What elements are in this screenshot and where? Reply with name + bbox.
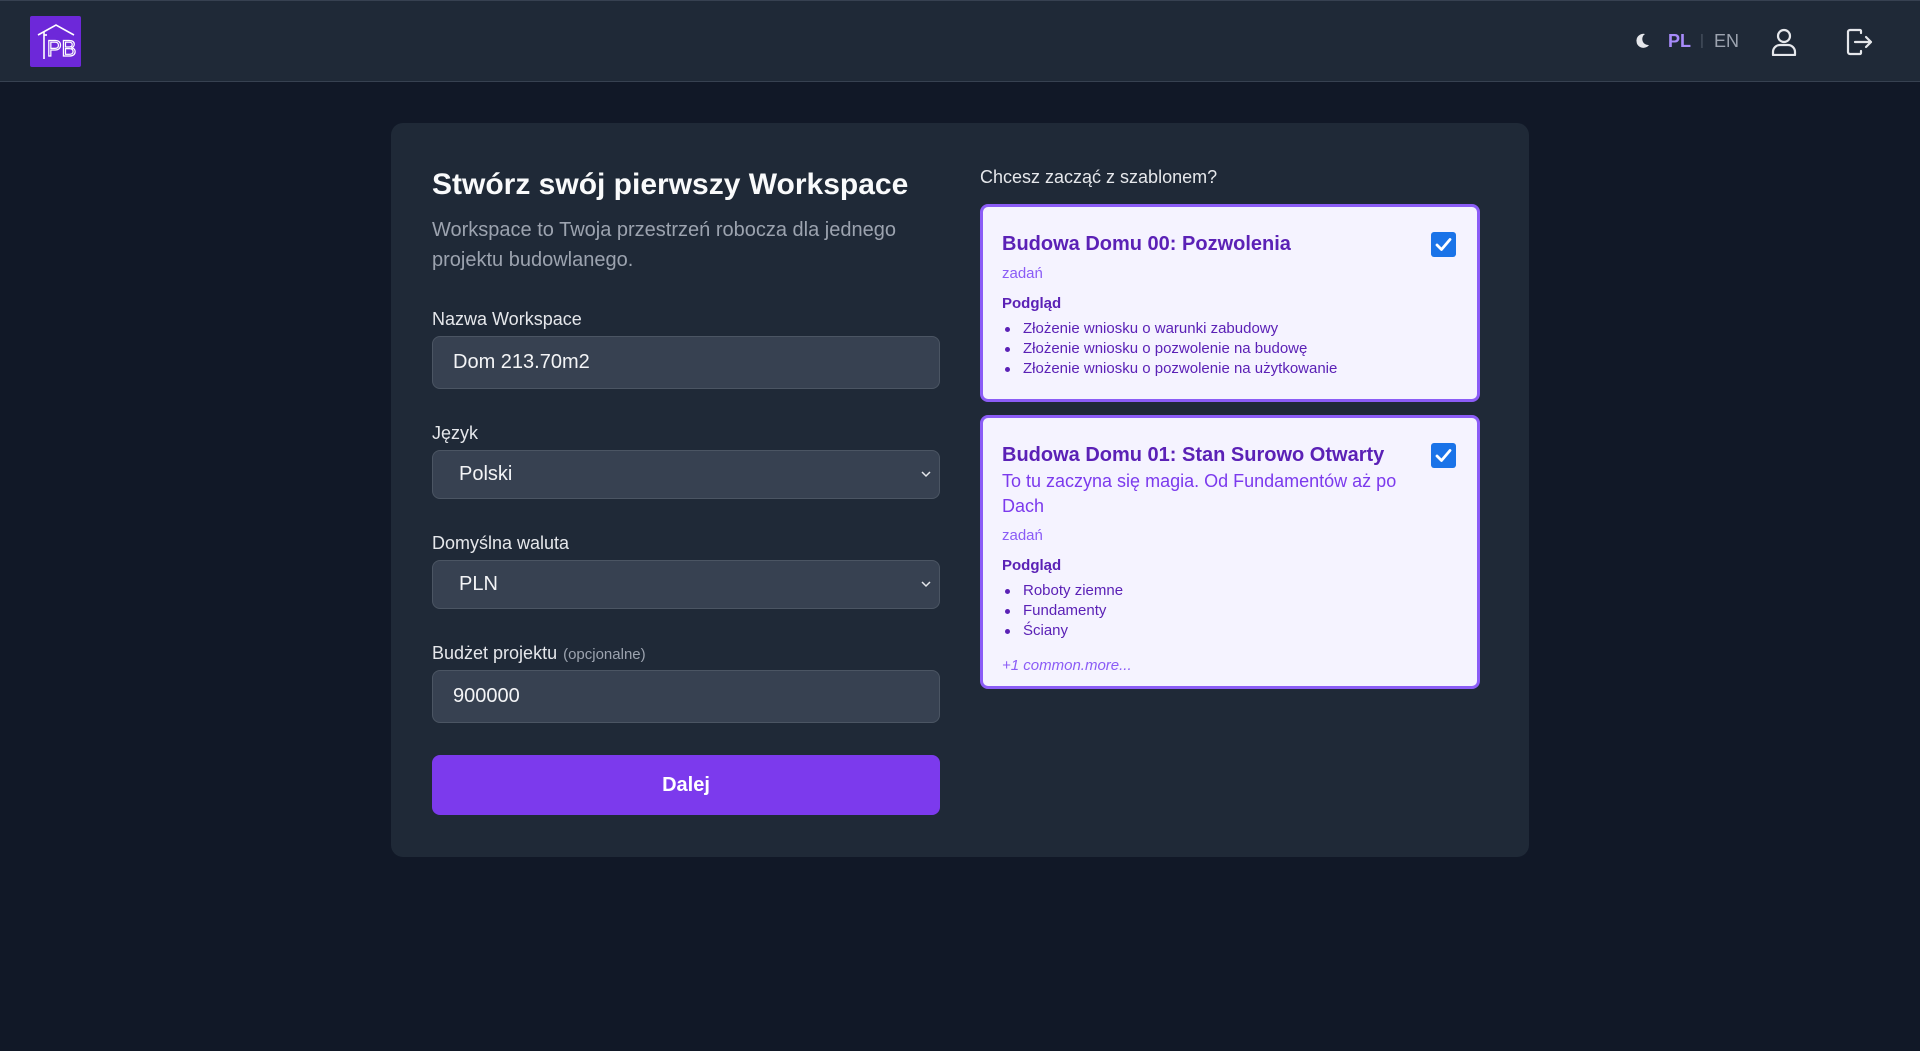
top-navbar: PB PL | EN (0, 0, 1920, 82)
user-icon (1771, 28, 1797, 56)
chevron-down-icon (921, 581, 931, 588)
checkmark-icon (1435, 449, 1452, 462)
list-item: Roboty ziemne (1002, 581, 1123, 601)
template-heading: Chcesz zacząć z szablonem? (980, 167, 1218, 187)
language-label: Język (432, 423, 479, 443)
template-more-link[interactable]: +1 common.more... (1002, 656, 1132, 676)
currency-select[interactable]: PLN (432, 560, 940, 609)
template-preview-label: Podgląd (1002, 295, 1062, 312)
template-checkbox[interactable] (1431, 232, 1456, 257)
theme-toggle-button[interactable] (1630, 29, 1654, 53)
template-title: Budowa Domu 01: Stan Surowo Otwarty (1002, 444, 1385, 466)
checkmark-icon (1435, 238, 1452, 251)
list-item: Fundamenty (1002, 601, 1123, 621)
budget-input[interactable]: 900000 (432, 670, 940, 723)
lang-pl-link[interactable]: PL (1668, 29, 1691, 53)
template-title: Budowa Domu 00: Pozwolenia (1002, 233, 1291, 255)
list-item: Złożenie wniosku o warunki zabudowy (1002, 319, 1337, 339)
app-logo[interactable]: PB (30, 16, 81, 67)
template-checkbox[interactable] (1431, 443, 1456, 468)
template-task-count: zadań (1002, 527, 1043, 544)
page-subtitle: Workspace to Twoja przestrzeń robocza dl… (432, 219, 896, 271)
currency-label: Domyślna waluta (432, 533, 570, 553)
budget-label: Budżet projektu (opcjonalne) (432, 641, 646, 667)
logout-icon (1846, 28, 1873, 56)
list-item: Złożenie wniosku o pozwolenie na użytkow… (1002, 359, 1337, 379)
currency-value: PLN (459, 573, 498, 595)
budget-optional-hint: (opcjonalne) (563, 646, 646, 663)
onboarding-card: Stwórz swój pierwszy Workspace Workspace… (391, 123, 1529, 857)
template-task-list: Złożenie wniosku o warunki zabudowy Złoż… (1002, 319, 1337, 379)
lang-en-link[interactable]: EN (1714, 29, 1739, 53)
profile-button[interactable] (1768, 26, 1800, 58)
next-button[interactable]: Dalej (432, 755, 940, 815)
language-select[interactable]: Polski (432, 450, 940, 499)
page-title: Stwórz swój pierwszy Workspace (432, 168, 909, 201)
list-item: Złożenie wniosku o pozwolenie na budowę (1002, 339, 1337, 359)
logo-text: PB (47, 36, 76, 61)
template-task-list: Roboty ziemne Fundamenty Ściany (1002, 581, 1123, 641)
budget-label-text: Budżet projektu (432, 643, 558, 663)
workspace-name-input[interactable]: Dom 213.70m2 (432, 336, 940, 389)
logout-button[interactable] (1844, 26, 1876, 58)
template-description: To tu zaczyna się magia. Od Fundamentów … (1002, 471, 1397, 516)
list-item: Ściany (1002, 621, 1123, 641)
moon-icon (1636, 33, 1649, 48)
template-card-shell[interactable]: Budowa Domu 01: Stan Surowo Otwarty To t… (980, 415, 1480, 689)
workspace-name-label: Nazwa Workspace (432, 309, 582, 329)
template-card-permits[interactable]: Budowa Domu 00: Pozwolenia zadań Podgląd… (980, 204, 1480, 402)
house-logo-icon: PB (37, 23, 76, 61)
template-preview-label: Podgląd (1002, 557, 1062, 574)
chevron-down-icon (921, 471, 931, 478)
language-value: Polski (459, 463, 513, 485)
template-task-count: zadań (1002, 265, 1043, 282)
lang-separator: | (1700, 32, 1704, 49)
